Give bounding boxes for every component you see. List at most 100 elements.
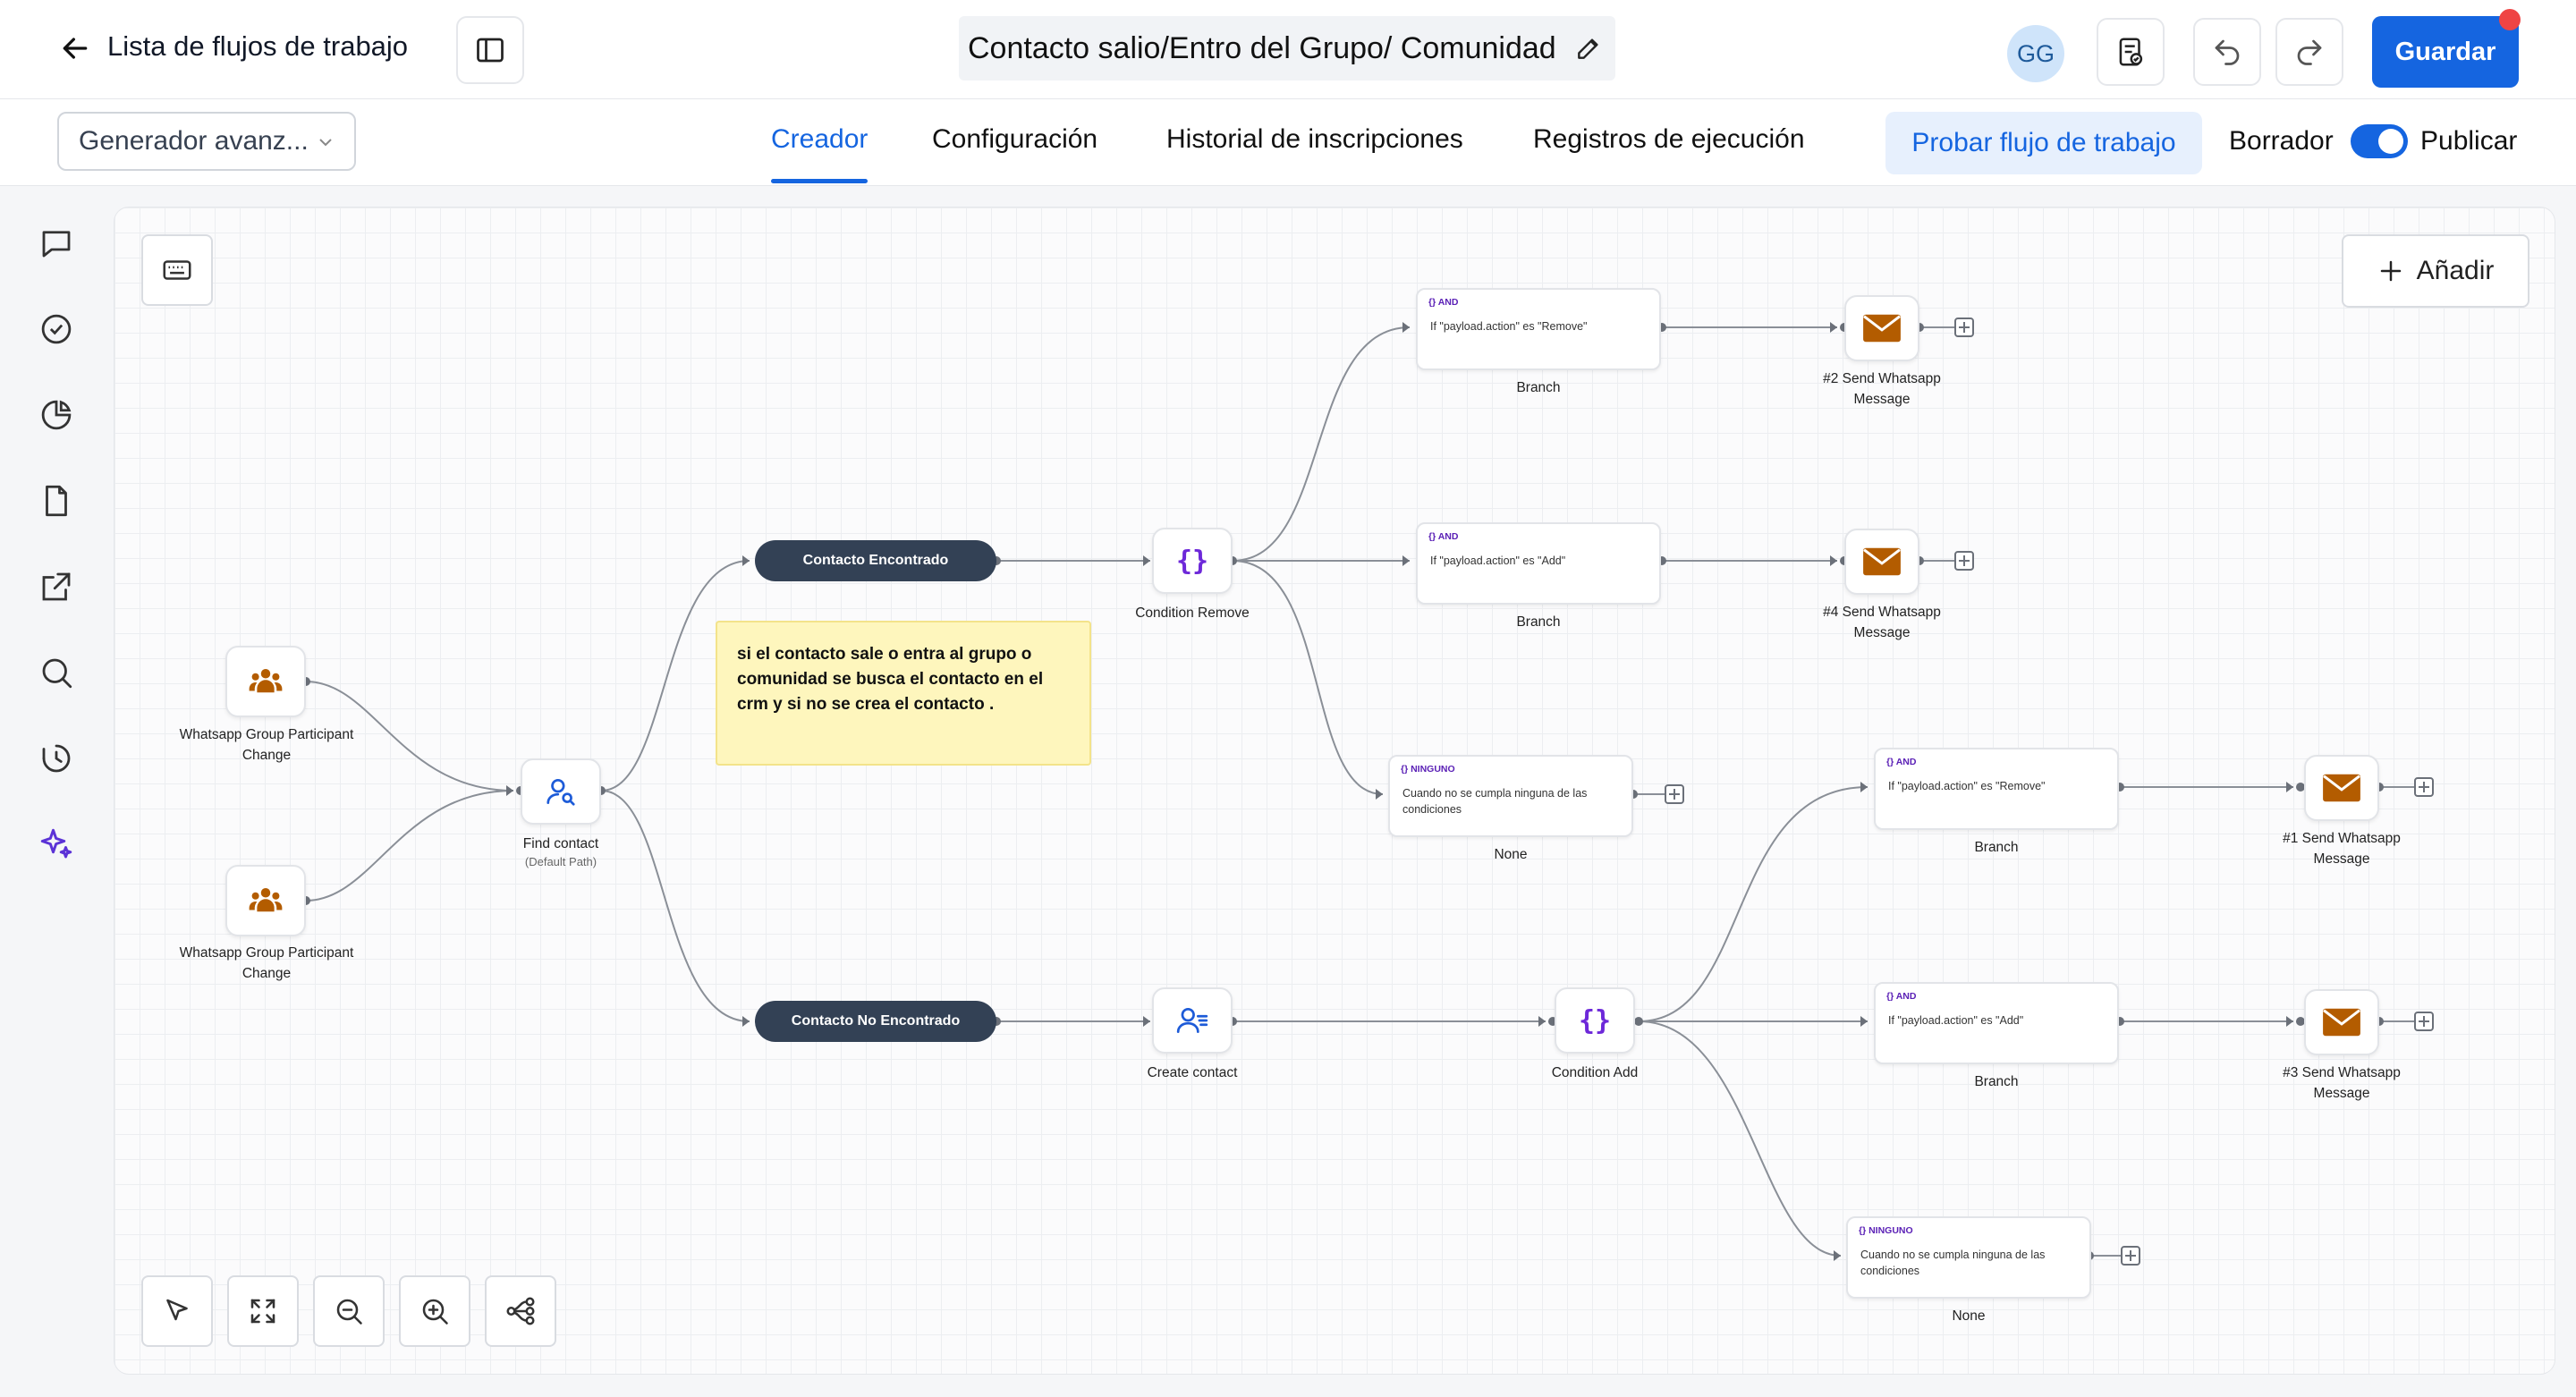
generator-select[interactable]: Generador avanz... [57,112,356,171]
message-label: #3 Send Whatsapp Message [2283,1065,2401,1101]
pie-chart-icon[interactable] [38,396,75,434]
ai-sparkle-icon[interactable] [38,826,75,863]
condition-add-node[interactable]: {} [1555,987,1635,1054]
branch-card[interactable]: {} AND If "payload.action" es "Remove" [1874,748,2119,830]
branch-condition: If "payload.action" es "Remove" [1888,780,2046,792]
branch-card[interactable]: {} AND If "payload.action" es "Add" [1874,982,2119,1064]
workflow-name-field[interactable]: Contacto salio/Entro del Grupo/ Comunida… [959,16,1615,80]
send-whatsapp-node[interactable] [1844,295,1919,361]
find-contact-sublabel: (Default Path) [524,855,597,868]
message-label: #1 Send Whatsapp Message [2283,831,2401,867]
message-label: #2 Send Whatsapp Message [1823,371,1941,407]
send-whatsapp-node[interactable] [2304,755,2379,821]
auto-layout-button[interactable] [485,1275,556,1347]
fit-view-button[interactable] [227,1275,299,1347]
flow-layout-icon [506,1297,535,1325]
group-users-icon [249,669,283,693]
contact-found-pill[interactable]: Contacto Encontrado [755,540,996,581]
branch-label: Branch [1516,380,1561,395]
zoom-out-icon [336,1299,362,1325]
branch-label: None [1494,847,1528,862]
branch-condition: Cuando no se cumpla ninguna de las condi… [1860,1249,2046,1277]
avatar[interactable]: GG [2007,25,2064,82]
tab-historial[interactable]: Historial de inscripciones [1166,124,1463,155]
publish-toggle[interactable] [2351,124,2408,158]
envelope-icon [2323,1008,2360,1037]
trigger-label: Whatsapp Group Participant Change [179,727,354,763]
branch-label: Branch [1516,614,1561,630]
branch-tag: {} AND [1428,531,1459,542]
find-contact-label: Find contact [522,836,599,851]
tab-registros[interactable]: Registros de ejecución [1533,124,1805,155]
external-link-icon[interactable] [38,568,75,605]
document-icon[interactable] [38,482,75,520]
keyboard-icon [163,260,191,280]
tab-creador[interactable]: Creador [771,124,868,155]
connection-edges [301,318,2434,1266]
add-label: Añadir [2416,256,2495,285]
find-contact-node[interactable] [521,758,601,825]
keyboard-shortcuts-button[interactable] [141,234,213,306]
back-arrow-icon[interactable] [57,30,93,66]
branch-card[interactable]: {} AND If "payload.action" es "Remove" [1416,288,1661,370]
condition-remove-node[interactable]: {} [1152,528,1233,594]
create-contact-label: Create contact [1147,1065,1238,1080]
redo-button[interactable] [2275,18,2343,86]
branch-condition: If "payload.action" es "Add" [1888,1014,2024,1027]
select-tool-button[interactable] [141,1275,213,1347]
add-button[interactable]: Añadir [2342,234,2529,308]
edit-pencil-icon[interactable] [1574,34,1603,63]
clipboard-check-icon [2119,38,2143,66]
condition-add-label: Condition Add [1551,1065,1639,1080]
branch-tag: {} NINGUNO [1401,764,1455,775]
trigger-label: Whatsapp Group Participant Change [179,945,354,981]
branch-label: None [1952,1308,1986,1324]
toggle-knob [2378,129,2403,154]
contact-not-found-pill[interactable]: Contacto No Encontrado [755,1001,996,1042]
none-branch-card[interactable]: {} NINGUNO Cuando no se cumpla ninguna d… [1388,755,1633,837]
branch-label: Branch [1974,840,2019,855]
sidebar-panel-icon [477,38,504,63]
save-button[interactable]: Guardar [2372,16,2519,88]
envelope-icon [1863,314,1901,343]
branch-tag: {} NINGUNO [1859,1225,1913,1236]
send-whatsapp-node[interactable] [1844,529,1919,595]
envelope-icon [1863,547,1901,576]
tab-bar: Generador avanz... Creador Configuración… [0,99,2576,186]
toggle-panel-button[interactable] [456,16,524,84]
zoom-in-button[interactable] [399,1275,470,1347]
plus-icon [2380,260,2401,282]
group-users-icon [249,888,283,912]
active-tab-indicator [771,179,868,183]
test-workflow-button[interactable]: Probar flujo de trabajo [1885,112,2202,174]
none-branch-card[interactable]: {} NINGUNO Cuando no se cumpla ninguna d… [1846,1216,2091,1299]
branch-tag: {} AND [1428,297,1459,308]
branch-condition: Cuando no se cumpla ninguna de las condi… [1402,787,1588,816]
create-contact-node[interactable] [1152,987,1233,1054]
search-icon[interactable] [38,654,75,691]
back-to-list-link[interactable]: Lista de flujos de trabajo [107,30,408,63]
workflow-name: Contacto salio/Entro del Grupo/ Comunida… [968,31,1556,65]
chevron-down-icon [319,139,332,147]
workflow-canvas[interactable]: Añadir Whatsapp Group Participant Change… [114,207,2555,1374]
trigger-node[interactable] [225,646,306,717]
tab-configuracion[interactable]: Configuración [932,124,1097,155]
message-label: #4 Send Whatsapp Message [1823,605,1941,640]
zoom-out-button[interactable] [313,1275,385,1347]
undo-button[interactable] [2193,18,2261,86]
branch-tag: {} AND [1886,757,1917,767]
sticky-note[interactable]: si el contacto sale o entra al grupo o c… [716,621,1091,766]
trigger-node[interactable] [225,865,306,936]
check-circle-icon[interactable] [38,310,75,348]
top-bar: Lista de flujos de trabajo Contacto sali… [0,0,2576,99]
branch-tag: {} AND [1886,991,1917,1002]
branch-label: Branch [1974,1074,2019,1089]
history-icon[interactable] [38,740,75,777]
user-search-icon [547,778,575,806]
send-whatsapp-node[interactable] [2304,989,2379,1055]
branch-card[interactable]: {} AND If "payload.action" es "Add" [1416,522,1661,605]
chat-icon[interactable] [38,224,75,262]
checklist-button[interactable] [2097,18,2165,86]
branch-condition: If "payload.action" es "Add" [1430,555,1566,567]
draft-label: Borrador [2229,126,2334,156]
